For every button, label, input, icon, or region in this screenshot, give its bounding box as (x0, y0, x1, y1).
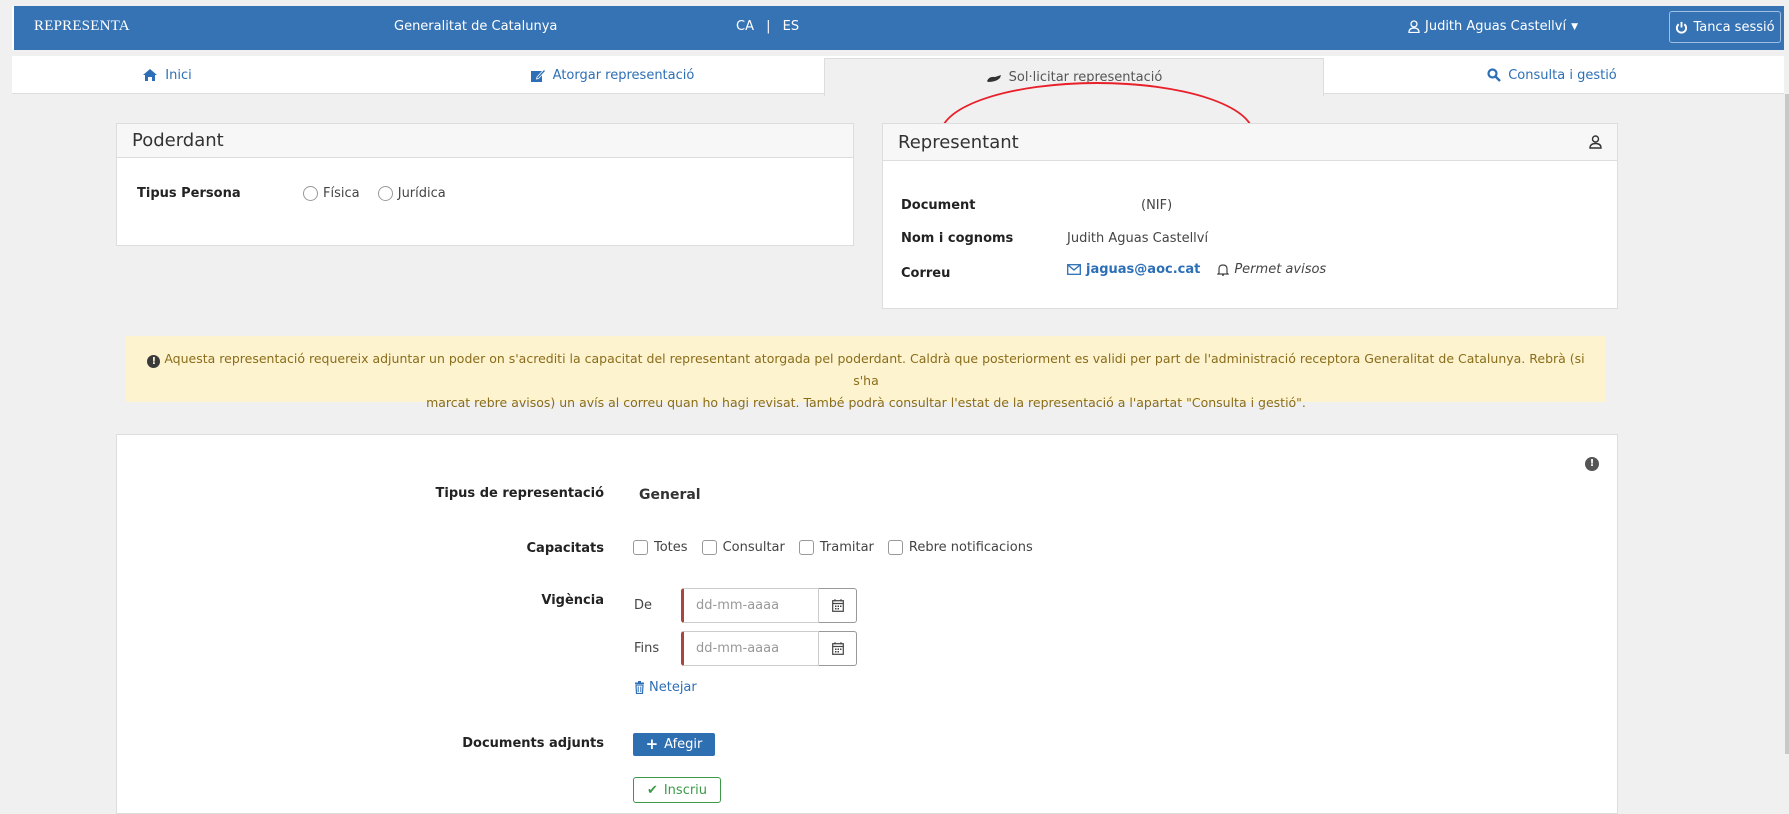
date-to-picker-button[interactable] (819, 631, 857, 666)
tipus-persona-label: Tipus Persona (137, 186, 241, 201)
info-circle-icon[interactable]: ! (1585, 457, 1599, 471)
trash-icon (635, 681, 644, 694)
checkbox-tramitar-label: Tramitar (819, 540, 874, 555)
organization-name: Generalitat de Catalunya (394, 19, 558, 34)
tab-label: Atorgar representació (552, 67, 695, 83)
info-circle-icon: ! (147, 355, 161, 368)
alert-line-1: ! Aquesta representació requereix adjunta… (146, 348, 1586, 392)
capacitats-label: Capacitats (526, 541, 605, 556)
avisos-text: Permet avisos (1234, 262, 1327, 277)
date-from-group: dd-mm-aaaa (681, 588, 857, 623)
de-label: De (634, 598, 653, 613)
tab-inici[interactable]: Inici (52, 56, 282, 94)
user-name: Judith Aguas Castellví (1425, 19, 1567, 34)
correu-label: Correu (901, 266, 951, 281)
afegir-label: Afegir (664, 737, 703, 752)
radio-fisica[interactable] (303, 186, 318, 201)
capacitats-options: Totes Consultar Tramitar Rebre notificac… (633, 540, 1033, 555)
tipus-representacio-label: Tipus de representació (435, 486, 604, 501)
tab-label: Sol·licitar representació (1008, 70, 1163, 85)
poderdant-panel: Poderdant Tipus Persona Física Jurídica (116, 123, 854, 246)
document-label: Document (901, 198, 976, 213)
check-icon: ✔ (646, 782, 658, 798)
tipus-persona-options: Física Jurídica (303, 186, 446, 201)
nom-value: Judith Aguas Castellví (1067, 231, 1209, 246)
info-alert: ! Aquesta representació requereix adjunta… (126, 336, 1606, 410)
checkbox-totes-label: Totes (654, 540, 688, 555)
power-icon (1676, 21, 1688, 33)
checkbox-consultar-label: Consultar (722, 540, 785, 555)
user-menu[interactable]: Judith Aguas Castellví ▼ (1408, 19, 1578, 34)
user-icon (1589, 135, 1602, 149)
tab-label: Inici (165, 67, 192, 83)
calendar-icon (831, 599, 844, 612)
radio-fisica-label: Física (323, 186, 360, 201)
fins-label: Fins (634, 641, 660, 656)
calendar-icon (831, 642, 844, 655)
plus-icon: + (645, 735, 659, 753)
checkbox-totes[interactable] (633, 540, 648, 555)
vigencia-label: Vigència (541, 593, 604, 608)
nom-label: Nom i cognoms (901, 231, 1014, 246)
checkbox-rebre-label: Rebre notificacions (908, 540, 1033, 555)
netejar-link[interactable]: Netejar (634, 680, 697, 695)
logout-button[interactable]: Tanca sessió (1669, 11, 1781, 43)
user-icon (1408, 20, 1420, 33)
checkbox-tramitar[interactable] (798, 540, 814, 555)
tab-sollicitar[interactable]: Sol·licitar representació (824, 58, 1324, 96)
envelope-icon (1067, 264, 1081, 275)
tab-label: Consulta i gestió (1508, 67, 1617, 83)
date-from-picker-button[interactable] (819, 588, 857, 623)
checkbox-rebre-notificacions[interactable] (887, 540, 903, 555)
afegir-button[interactable]: + Afegir (633, 733, 715, 756)
top-navbar: REPRESENTA Generalitat de Catalunya CA |… (12, 6, 1784, 50)
panel-title: Poderdant (132, 130, 224, 151)
hand-icon (986, 74, 1001, 82)
lang-ca-link[interactable]: CA (736, 19, 754, 34)
app-brand[interactable]: REPRESENTA (34, 18, 130, 35)
document-value: (NIF) (1141, 198, 1173, 213)
lang-separator: | (766, 19, 771, 34)
lang-es-link[interactable]: ES (783, 19, 799, 34)
panel-header: Poderdant (117, 124, 853, 158)
tipus-representacio-value: General (639, 487, 701, 503)
tab-atorgar[interactable]: Atorgar representació (492, 56, 732, 94)
radio-juridica-label: Jurídica (397, 186, 446, 201)
radio-juridica[interactable] (377, 186, 393, 201)
tab-consulta[interactable]: Consulta i gestió (1432, 56, 1672, 94)
language-switcher: CA | ES (732, 19, 803, 34)
date-to-group: dd-mm-aaaa (681, 631, 857, 666)
inscriu-button[interactable]: ✔ Inscriu (633, 777, 721, 803)
search-icon (1487, 68, 1502, 82)
caret-down-icon: ▼ (1571, 21, 1579, 32)
bell-icon (1217, 264, 1230, 276)
documents-adjunts-label: Documents adjunts (462, 736, 604, 751)
main-tabs: Inici Atorgar representació Sol·licitar … (12, 56, 1784, 186)
correu-row: jaguas@aoc.cat Permet avisos (1067, 262, 1326, 277)
inscriu-label: Inscriu (663, 782, 708, 798)
date-to-input[interactable]: dd-mm-aaaa (681, 631, 819, 666)
date-from-input[interactable]: dd-mm-aaaa (681, 588, 819, 623)
panel-header: Representant (883, 124, 1617, 161)
netejar-label: Netejar (649, 680, 697, 695)
representant-panel: Representant Document (NIF) Nom i cognom… (882, 123, 1618, 309)
logout-label: Tanca sessió (1693, 19, 1775, 35)
checkbox-consultar[interactable] (701, 540, 717, 555)
page-scrollbar[interactable] (1785, 94, 1789, 754)
home-icon (143, 69, 158, 81)
panel-title: Representant (898, 131, 1019, 153)
sign-icon (530, 68, 546, 82)
correu-link[interactable]: jaguas@aoc.cat (1086, 262, 1200, 277)
alert-line-2: marcat rebre avisos) un avís al correu q… (426, 395, 1306, 410)
